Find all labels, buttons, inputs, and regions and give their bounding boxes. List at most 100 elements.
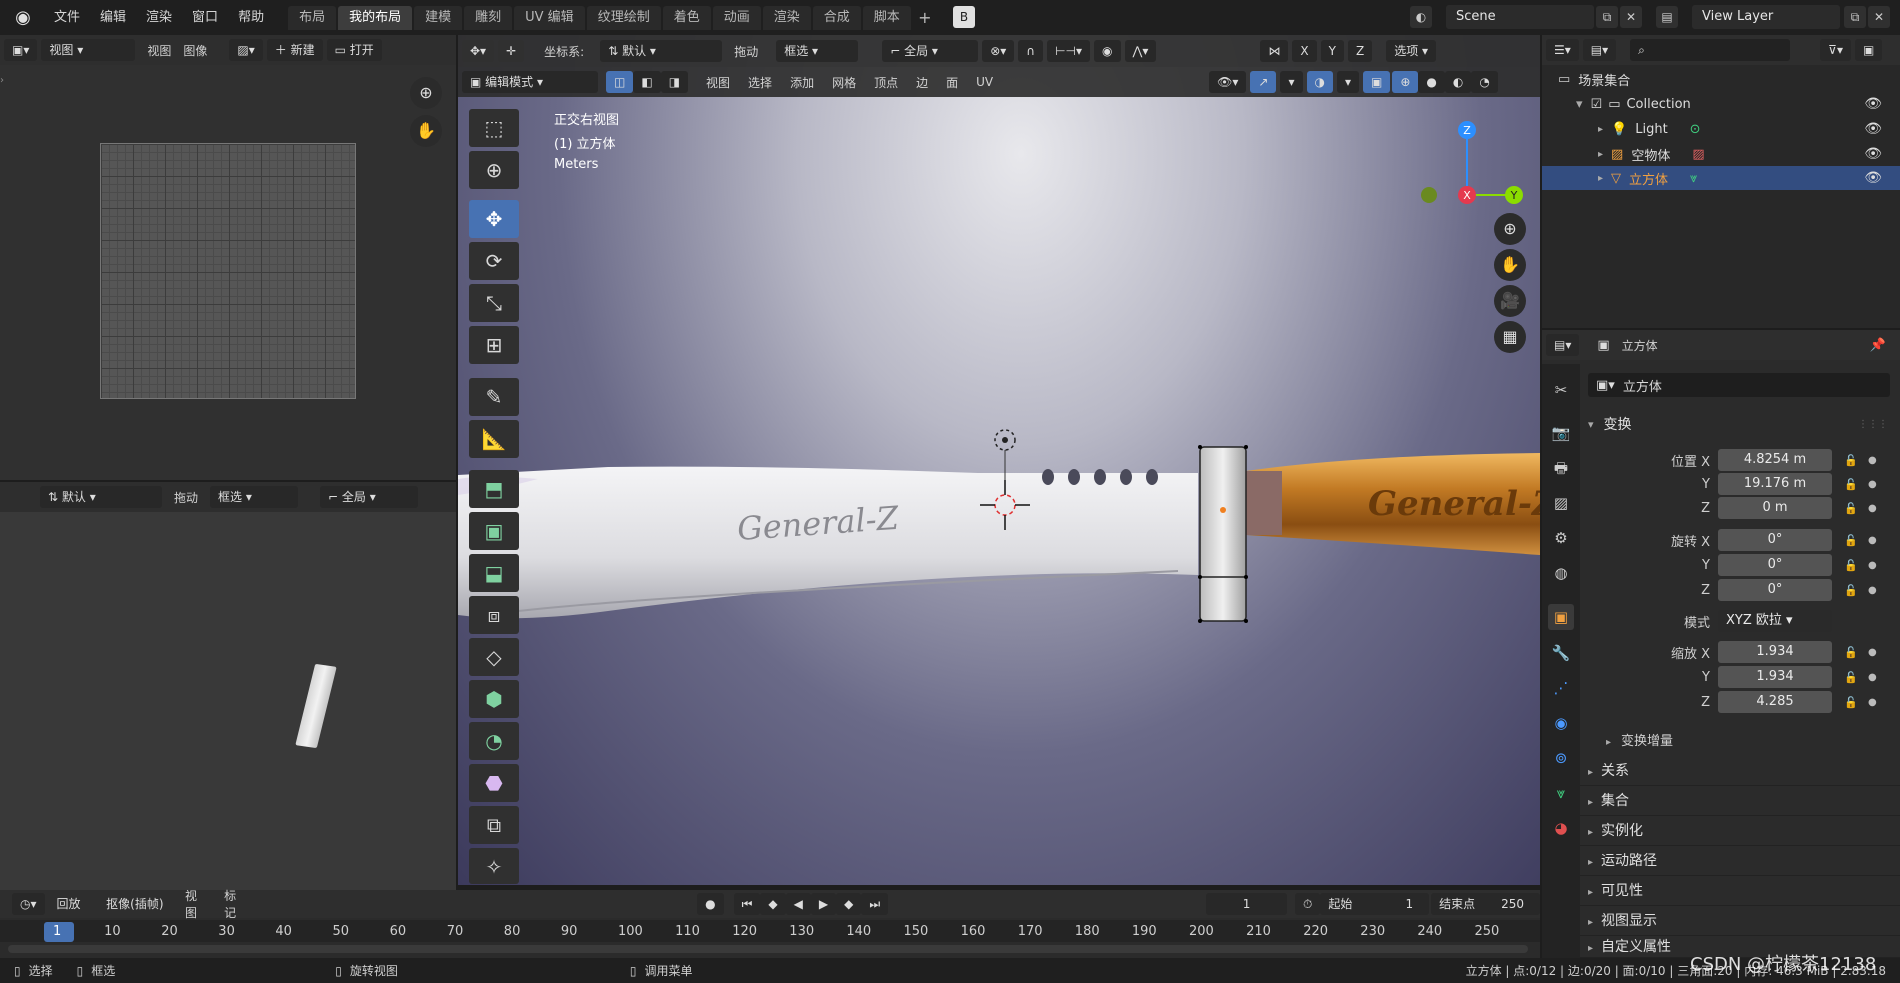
lock-icon[interactable]: 🔓 (1840, 559, 1862, 572)
new-image-button[interactable]: ＋ 新建 (266, 39, 323, 61)
render-tab-icon[interactable]: 📷 (1548, 420, 1574, 446)
overlay-dropdown-icon[interactable]: ▾ (1336, 71, 1360, 93)
scale-x-field[interactable]: 1.934 (1718, 641, 1832, 663)
image-browse-icon[interactable]: ▨▾ (229, 39, 263, 61)
tab-my-layout[interactable]: 我的布局 (338, 5, 413, 30)
rotation-y-field[interactable]: 0° (1718, 554, 1832, 576)
menu-view[interactable]: 视图 (147, 42, 171, 59)
zoom-icon[interactable]: ⊕ (410, 77, 442, 109)
play-icon[interactable]: ▶ (810, 893, 837, 915)
rotation-mode-dropdown[interactable]: XYZ 欧拉 ▾ (1718, 610, 1832, 632)
tab-modeling[interactable]: 建模 (414, 5, 463, 30)
menu-render[interactable]: 渲染 (136, 0, 182, 35)
orientation-dropdown[interactable]: ⌐ 全局 ▾ (882, 40, 979, 62)
physics-tab-icon[interactable]: ◉ (1548, 710, 1574, 736)
proportional-edit-icon[interactable]: ◉ (1094, 40, 1121, 62)
scale-y-field[interactable]: 1.934 (1718, 666, 1832, 688)
camera-view-icon[interactable]: 🎥 (1494, 285, 1526, 317)
location-x-field[interactable]: 4.8254 m (1718, 449, 1832, 471)
menu-edge[interactable]: 边 (916, 74, 928, 91)
section-collections[interactable]: ▸ 集合 (1580, 786, 1900, 816)
keyframe-dot-icon[interactable]: ● (1868, 697, 1877, 708)
timeline-marker-menu[interactable]: 标记 (224, 887, 245, 921)
expand-arrow-icon[interactable]: ▸ (1598, 149, 1603, 160)
menu-window[interactable]: 窗口 (182, 0, 228, 35)
scene-collection-row[interactable]: ▭ 场景集合 (1558, 67, 1900, 91)
select-box-tool-icon[interactable]: ⬚ (469, 109, 519, 147)
copy-view-layer-icon[interactable]: ⧉ (1844, 6, 1866, 28)
wireframe-shading-icon[interactable]: ⊕ (1392, 71, 1419, 93)
move-tool-icon[interactable]: ✥ (469, 200, 519, 238)
frame-start-field[interactable]: 起始 1 (1320, 893, 1430, 915)
tab-animation[interactable]: 动画 (712, 5, 761, 30)
outliner-item-light[interactable]: ▸ 💡 Light ⊙ 👁 (1542, 117, 1900, 141)
object-tab-icon[interactable]: ▣ (1548, 604, 1574, 630)
view-layer-field[interactable]: View Layer (1692, 5, 1840, 29)
menu-help[interactable]: 帮助 (228, 0, 274, 35)
expand-arrow-icon[interactable]: ▾ (1576, 97, 1583, 112)
location-y-field[interactable]: 19.176 m (1718, 473, 1832, 495)
timeline-type-icon[interactable]: ◷▾ (12, 893, 45, 915)
jump-start-icon[interactable]: ⏮ (733, 893, 761, 915)
delta-transform-toggle[interactable]: ▸ 变换增量 (1606, 730, 1673, 749)
scene-icon[interactable]: ◐ (1410, 6, 1432, 28)
blender-logo-icon[interactable]: ◉ (12, 7, 34, 29)
measure-tool-icon[interactable]: 📐 (469, 420, 519, 458)
gizmo-dropdown-icon[interactable]: ▾ (1280, 71, 1303, 93)
tab-sculpting[interactable]: 雕刻 (464, 5, 513, 30)
preview-range-icon[interactable]: ⏱ (1294, 893, 1321, 915)
menu-add[interactable]: 添加 (790, 74, 814, 91)
keying-menu[interactable]: 抠像(插帧) ▾ (98, 893, 173, 933)
open-image-button[interactable]: ▭ 打开 (326, 39, 382, 61)
gizmo-toggle-icon[interactable]: ↗ (1250, 71, 1277, 93)
keyframe-dot-icon[interactable]: ● (1868, 503, 1877, 514)
object-name-field[interactable]: ▣▾ 立方体 (1588, 373, 1890, 397)
frame-end-field[interactable]: 结束点 250 (1431, 893, 1541, 915)
outliner-type-icon[interactable]: ☰▾ (1546, 39, 1579, 61)
copy-scene-icon[interactable]: ⧉ (1596, 6, 1618, 28)
transform-tool-icon[interactable]: ⊞ (469, 326, 519, 364)
eye-icon[interactable]: 👁 (1864, 170, 1882, 186)
mode-dropdown[interactable]: ▣ 编辑模式 ▾ (462, 71, 598, 93)
close-view-layer-icon[interactable]: ✕ (1868, 6, 1890, 28)
keyframe-dot-icon[interactable]: ● (1868, 479, 1877, 490)
lock-icon[interactable]: 🔓 (1840, 671, 1862, 684)
record-icon[interactable]: ● (697, 893, 724, 915)
menu-select[interactable]: 选择 (748, 74, 772, 91)
spin-tool-icon[interactable]: ◔ (469, 722, 519, 760)
keyframe-dot-icon[interactable]: ● (1868, 585, 1877, 596)
scale-tool-icon[interactable]: ⤡ (469, 284, 519, 322)
output-tab-icon[interactable]: 🖶 (1548, 455, 1574, 481)
edge-select-icon[interactable]: ◧ (633, 71, 661, 93)
menu-file[interactable]: 文件 (44, 0, 90, 35)
section-relations[interactable]: ▸ 关系 (1580, 756, 1900, 786)
outliner-item-cube[interactable]: ▸ ▽ 立方体 ⩔ 👁 (1542, 166, 1900, 190)
drag-action-dropdown[interactable]: 框选 ▾ (776, 40, 859, 62)
close-scene-icon[interactable]: ✕ (1620, 6, 1642, 28)
constraints-tab-icon[interactable]: ⊚ (1548, 745, 1574, 771)
keyframe-dot-icon[interactable]: ● (1868, 647, 1877, 658)
eye-icon[interactable]: 👁 (1864, 121, 1882, 137)
location-z-field[interactable]: 0 m (1718, 497, 1832, 519)
lock-icon[interactable]: 🔓 (1840, 502, 1862, 515)
scene-tab-icon[interactable]: ⚙ (1548, 525, 1574, 551)
navigation-gizmo[interactable]: Z X Y (1418, 105, 1528, 215)
particles-tab-icon[interactable]: ⋰ (1548, 675, 1574, 701)
pan-hand-icon[interactable]: ✋ (410, 115, 442, 147)
current-frame-field[interactable]: 1 (1206, 893, 1287, 915)
xray-icon[interactable]: ▣ (1363, 71, 1391, 93)
loop-cut-tool-icon[interactable]: ⧈ (469, 596, 519, 634)
view-layer-tab-icon[interactable]: ▨ (1548, 490, 1574, 516)
menu-face[interactable]: 面 (946, 74, 958, 91)
snap-icon[interactable]: ∩ (1018, 40, 1044, 62)
play-reverse-icon[interactable]: ◀ (785, 893, 811, 915)
inset-tool-icon[interactable]: ▣ (469, 512, 519, 550)
lock-icon[interactable]: 🔓 (1840, 454, 1862, 467)
add-workspace-icon[interactable]: + (913, 6, 937, 30)
rendered-shading-icon[interactable]: ◔ (1471, 71, 1498, 93)
guard-selected-mesh[interactable] (1199, 446, 1247, 622)
tab-scripting[interactable]: 脚本 (862, 5, 911, 30)
collapse-arrow-icon[interactable]: › (0, 75, 4, 86)
viewport-pan-icon[interactable]: ✋ (1494, 249, 1526, 281)
filter-icon[interactable]: ⊽▾ (1820, 39, 1851, 61)
